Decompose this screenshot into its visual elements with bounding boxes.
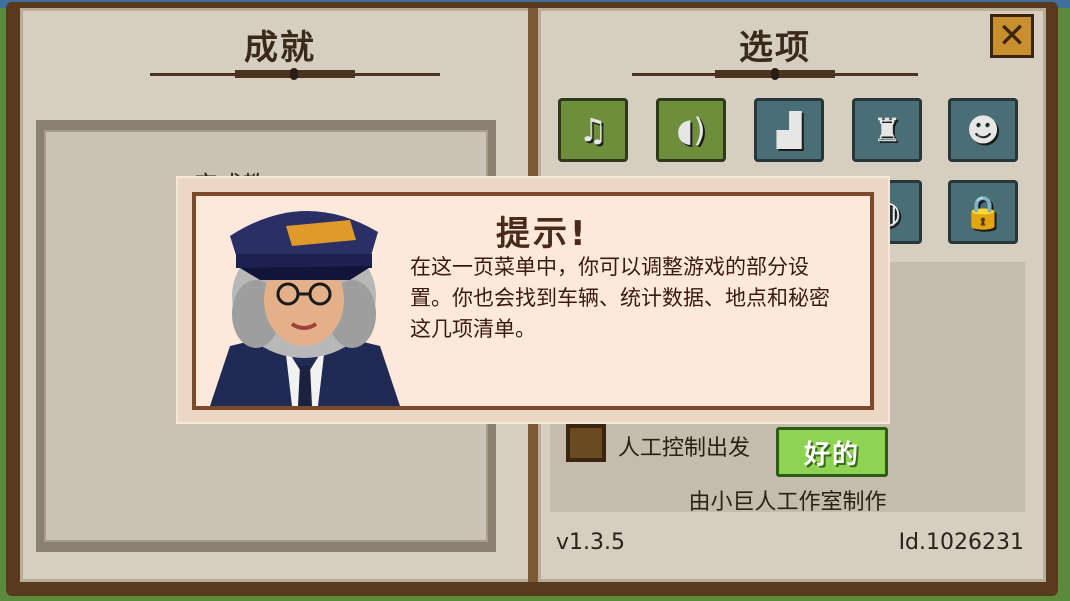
conductor-portrait [210, 210, 400, 406]
speaker-icon: ◖) [676, 111, 706, 149]
achievements-title: 成就 [244, 28, 316, 68]
stamp-icon: ♜ [872, 111, 902, 149]
statistics-button[interactable]: ▟ [754, 98, 824, 162]
options-title: 选项 [739, 28, 811, 68]
hint-text: 在这一页菜单中，你可以调整游戏的部分设置。你也会找到车辆、统计数据、地点和秘密这… [410, 255, 830, 341]
close-button[interactable]: ✕ [990, 14, 1034, 58]
hint-title: 提示! [496, 214, 589, 254]
player-id-label: Id.1026231 [898, 530, 1024, 555]
manual-departure-checkbox[interactable] [566, 424, 606, 462]
achievements-ornament [150, 68, 440, 80]
hint-dialog-inner: 提示! 在这一页菜单中，你可以调整游戏的部分设置。你也会找到车辆、统计数据、地点… [192, 192, 874, 410]
lock-icon: 🔒 [963, 193, 1003, 231]
music-toggle-button[interactable]: ♫ [558, 98, 628, 162]
stats-bars-icon: ▟ [776, 111, 802, 149]
studio-credit: 由小巨人工作室制作 [688, 490, 887, 515]
sound-toggle-button[interactable]: ◖) [656, 98, 726, 162]
music-note-icon: ♫ [578, 111, 608, 149]
ok-button[interactable]: 好的 [776, 427, 888, 477]
locations-button[interactable]: ♜ [852, 98, 922, 162]
version-label: v1.3.5 [556, 530, 625, 555]
hint-dialog: 提示! 在这一页菜单中，你可以调整游戏的部分设置。你也会找到车辆、统计数据、地点… [176, 176, 890, 424]
close-icon: ✕ [997, 16, 1027, 56]
options-ornament [632, 68, 918, 80]
manual-departure-label: 人工控制出发 [618, 436, 751, 461]
speech-person-icon: ☻ [966, 111, 1000, 149]
secrets-button[interactable]: 🔒 [948, 180, 1018, 244]
credits-button[interactable]: ☻ [948, 98, 1018, 162]
